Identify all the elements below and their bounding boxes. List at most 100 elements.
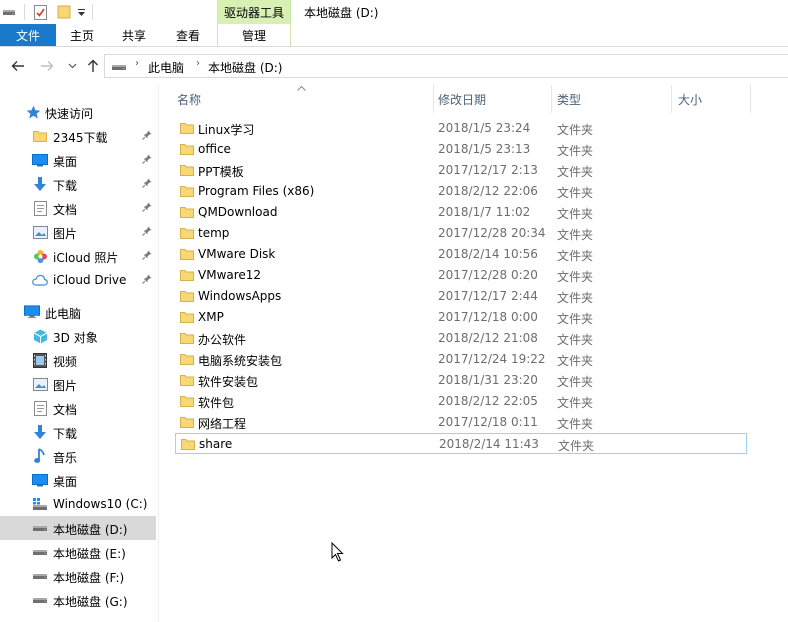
customize-toolbar-icon[interactable] <box>76 3 86 21</box>
nav-item-label: 此电脑 <box>45 307 82 321</box>
folder-icon <box>181 438 195 450</box>
file-row[interactable]: PPT模板 2017/12/17 2:13 文件夹 <box>175 160 747 181</box>
arrow-left-icon <box>11 61 24 71</box>
file-row[interactable]: VMware Disk 2018/2/14 10:56 文件夹 <box>175 244 747 265</box>
toolbar-separator <box>24 4 25 20</box>
title-bar: 驱动器工具 本地磁盘 (D:) <box>0 0 788 24</box>
recent-locations-button[interactable] <box>63 57 81 75</box>
file-type: 文件夹 <box>557 333 594 347</box>
nav-item-pc-9[interactable]: 本地磁盘 (E:) <box>0 540 156 564</box>
nav-item-label: 桌面 <box>53 475 78 489</box>
folder-icon <box>180 332 194 344</box>
drive-icon <box>32 568 48 584</box>
file-row[interactable]: XMP 2017/12/18 0:00 文件夹 <box>175 307 747 328</box>
window-title: 本地磁盘 (D:) <box>304 6 379 20</box>
file-row[interactable]: temp 2017/12/28 20:34 文件夹 <box>175 223 747 244</box>
nav-item-pc-6[interactable]: 桌面 <box>0 468 156 492</box>
file-type: 文件夹 <box>557 417 594 431</box>
file-row[interactable]: QMDownload 2018/1/7 11:02 文件夹 <box>175 202 747 223</box>
folder-icon <box>180 353 194 365</box>
icloud-drive-icon <box>32 272 48 288</box>
star-icon <box>25 104 41 120</box>
column-header-name[interactable]: 名称 <box>177 85 433 113</box>
nav-item-pc-7[interactable]: Windows10 (C:) <box>0 492 156 516</box>
nav-item-quick-2[interactable]: 下载 <box>0 172 156 196</box>
file-row[interactable]: share 2018/2/14 11:43 文件夹 <box>175 433 747 454</box>
tab-manage[interactable]: 管理 <box>217 24 291 46</box>
file-type: 文件夹 <box>557 186 594 200</box>
nav-item-quick-3[interactable]: 文档 <box>0 196 156 220</box>
back-button[interactable] <box>9 57 27 75</box>
file-row[interactable]: VMware12 2017/12/28 0:20 文件夹 <box>175 265 747 286</box>
folder-icon <box>180 311 194 323</box>
nav-item-label: 图片 <box>53 379 78 393</box>
nav-item-pc-5[interactable]: 音乐 <box>0 444 156 468</box>
address-bar[interactable]: › 此电脑 › 本地磁盘 (D:) <box>104 54 788 78</box>
forward-button[interactable] <box>38 57 56 75</box>
chevron-down-icon <box>68 63 76 69</box>
mouse-cursor <box>331 541 345 562</box>
file-name: VMware Disk <box>198 247 276 261</box>
new-folder-icon[interactable] <box>57 3 71 21</box>
file-row[interactable]: 电脑系统安装包 2017/12/24 19:22 文件夹 <box>175 349 747 370</box>
nav-item-quick-6[interactable]: iCloud Drive <box>0 268 156 292</box>
file-type: 文件夹 <box>557 123 594 137</box>
file-modified-date: 2018/2/14 10:56 <box>438 247 538 261</box>
file-row[interactable]: 软件包 2018/2/12 22:05 文件夹 <box>175 391 747 412</box>
nav-item-pc-10[interactable]: 本地磁盘 (F:) <box>0 564 156 588</box>
file-type: 文件夹 <box>558 439 595 453</box>
tab-share[interactable]: 共享 <box>112 24 156 46</box>
file-row[interactable]: WindowsApps 2017/12/17 2:44 文件夹 <box>175 286 747 307</box>
pin-icon <box>141 273 153 285</box>
3d-objects-icon <box>32 328 48 344</box>
file-row[interactable]: office 2018/1/5 23:13 文件夹 <box>175 139 747 160</box>
nav-item-quick-0[interactable]: 2345下载 <box>0 124 156 148</box>
file-row[interactable]: Program Files (x86) 2018/2/12 22:06 文件夹 <box>175 181 747 202</box>
column-header-type[interactable]: 类型 <box>557 85 671 113</box>
nav-item-pc-0[interactable]: 3D 对象 <box>0 324 156 348</box>
properties-icon[interactable] <box>33 3 47 21</box>
nav-item-this-pc[interactable]: 此电脑 <box>0 300 156 324</box>
nav-item-label: 文档 <box>53 403 78 417</box>
column-resize-handle[interactable] <box>551 85 552 113</box>
drive-icon[interactable] <box>2 3 16 21</box>
nav-item-pc-1[interactable]: 视频 <box>0 348 156 372</box>
nav-item-pc-8[interactable]: 本地磁盘 (D:) <box>0 516 156 540</box>
file-name: Program Files (x86) <box>198 184 315 198</box>
nav-item-pc-4[interactable]: 下载 <box>0 420 156 444</box>
pin-icon <box>141 153 153 165</box>
up-button[interactable] <box>84 57 102 75</box>
nav-item-quick-4[interactable]: 图片 <box>0 220 156 244</box>
file-row[interactable]: 网络工程 2017/12/18 0:11 文件夹 <box>175 412 747 433</box>
breadcrumb-current-drive[interactable]: 本地磁盘 (D:) <box>208 59 282 76</box>
file-modified-date: 2018/2/12 21:08 <box>438 331 538 345</box>
tab-file[interactable]: 文件 <box>0 24 56 46</box>
column-resize-handle[interactable] <box>750 85 751 113</box>
nav-item-quick-1[interactable]: 桌面 <box>0 148 156 172</box>
pane-divider[interactable] <box>158 85 159 622</box>
file-modified-date: 2018/2/14 11:43 <box>439 437 539 451</box>
videos-icon <box>32 352 48 368</box>
nav-item-quick-5[interactable]: iCloud 照片 <box>0 244 156 268</box>
column-resize-handle[interactable] <box>671 85 672 113</box>
file-name: 电脑系统安装包 <box>198 354 283 368</box>
nav-item-pc-11[interactable]: 本地磁盘 (G:) <box>0 588 156 612</box>
breadcrumb-this-pc[interactable]: 此电脑 <box>148 59 184 76</box>
folder-icon <box>180 143 194 155</box>
column-resize-handle[interactable] <box>433 85 434 113</box>
file-row[interactable]: 办公软件 2018/2/12 21:08 文件夹 <box>175 328 747 349</box>
column-header-size[interactable]: 大小 <box>678 85 750 113</box>
tab-view[interactable]: 查看 <box>166 24 210 46</box>
chevron-right-icon[interactable]: › <box>196 58 200 69</box>
tab-home[interactable]: 主页 <box>60 24 104 46</box>
column-header-modified[interactable]: 修改日期 <box>438 85 551 113</box>
file-row[interactable]: Linux学习 2018/1/5 23:24 文件夹 <box>175 118 747 139</box>
file-name: temp <box>198 226 230 240</box>
nav-item-pc-3[interactable]: 文档 <box>0 396 156 420</box>
nav-item-pc-2[interactable]: 图片 <box>0 372 156 396</box>
nav-item-label: 图片 <box>53 227 78 241</box>
chevron-right-icon[interactable]: › <box>135 58 139 69</box>
file-row[interactable]: 软件安装包 2018/1/31 23:20 文件夹 <box>175 370 747 391</box>
drive-icon <box>32 520 48 536</box>
nav-item-quick-access[interactable]: 快速访问 <box>0 100 156 124</box>
